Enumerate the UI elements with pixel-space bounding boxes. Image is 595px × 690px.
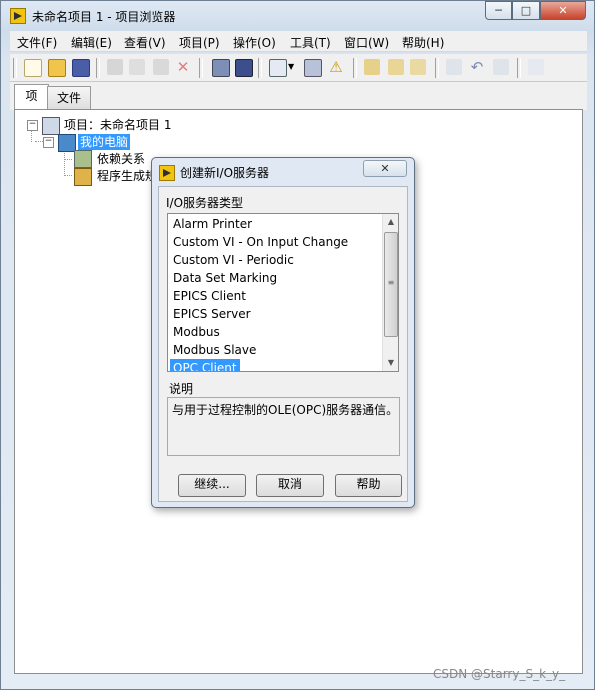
minimize-button[interactable]: ─: [485, 1, 512, 20]
dialog-close-button[interactable]: ✕: [363, 160, 407, 177]
list-item-selected[interactable]: OPC Client: [170, 359, 240, 371]
toolbar-separator: [353, 58, 357, 78]
build-icon[interactable]: [212, 59, 230, 77]
tree-item-computer[interactable]: 我的电脑: [78, 134, 131, 150]
menu-view[interactable]: 查看(V): [124, 34, 166, 51]
menu-operate[interactable]: 操作(O): [233, 34, 276, 51]
menu-file[interactable]: 文件(F): [17, 34, 57, 51]
window-title: 未命名项目 1 - 项目浏览器: [32, 10, 176, 24]
description-label: 说明: [169, 382, 194, 396]
help-button[interactable]: 帮助: [335, 474, 402, 497]
dependencies-tree-icon: [74, 150, 92, 168]
list-item[interactable]: Alarm Printer: [173, 215, 252, 233]
dependencies-icon[interactable]: [364, 59, 380, 75]
toolbar-separator: [96, 58, 100, 78]
tree-line: [31, 130, 32, 142]
cancel-button[interactable]: 取消: [256, 474, 324, 497]
server-type-label: I/O服务器类型: [166, 196, 244, 210]
close-button[interactable]: ✕: [540, 1, 586, 20]
scroll-up-icon[interactable]: ▲: [383, 214, 398, 230]
continue-button[interactable]: 继续...: [178, 474, 246, 497]
expander-project[interactable]: −: [27, 120, 38, 131]
description-box: 与用于过程控制的OLE(OPC)服务器通信。: [167, 397, 400, 456]
description-text: 与用于过程控制的OLE(OPC)服务器通信。: [172, 403, 399, 417]
save-icon[interactable]: [235, 59, 253, 77]
labview-app-icon: [10, 8, 26, 24]
list-item[interactable]: EPICS Client: [173, 287, 246, 305]
toolbar-separator: [517, 58, 521, 78]
build-specs-icon: [74, 168, 92, 186]
maximize-button[interactable]: □: [512, 1, 540, 20]
title-bar[interactable]: 未命名项目 1 - 项目浏览器 ─ □ ✕: [1, 1, 595, 31]
list-item[interactable]: Modbus Slave: [173, 341, 256, 359]
expander-computer[interactable]: −: [43, 137, 54, 148]
warning-icon[interactable]: ⚠: [328, 59, 344, 75]
save-all-icon[interactable]: [72, 59, 90, 77]
tree-line: [64, 175, 72, 176]
tree-item-dependencies[interactable]: 依赖关系: [97, 151, 145, 167]
check-icon[interactable]: [446, 59, 462, 75]
dropdown-icon[interactable]: ▼: [288, 59, 296, 75]
copy-icon[interactable]: [129, 59, 145, 75]
toolbar: ✕ ▼ ⚠ ↶: [10, 54, 587, 82]
menu-help[interactable]: 帮助(H): [402, 34, 444, 51]
toolbar-separator: [199, 58, 203, 78]
list-item[interactable]: EPICS Server: [173, 305, 251, 323]
paste-icon[interactable]: [153, 59, 169, 75]
replace-icon[interactable]: [304, 59, 322, 77]
menu-window[interactable]: 窗口(W): [344, 34, 389, 51]
cut-icon[interactable]: [107, 59, 123, 75]
tab-items[interactable]: 项: [14, 84, 49, 111]
view-options-icon[interactable]: [269, 59, 287, 77]
toolbar-separator: [258, 58, 262, 78]
tree-line: [64, 149, 65, 176]
resolve-icon[interactable]: [410, 59, 426, 75]
menu-tools[interactable]: 工具(T): [290, 34, 331, 51]
open-icon[interactable]: [48, 59, 66, 77]
tree-item-project[interactable]: 项目：未命名项目 1: [64, 117, 171, 133]
list-item[interactable]: Custom VI - Periodic: [173, 251, 294, 269]
project-icon: [42, 117, 60, 135]
refresh-icon[interactable]: [388, 59, 404, 75]
tab-files[interactable]: 文件: [47, 86, 91, 111]
list-item[interactable]: Modbus: [173, 323, 220, 341]
tab-strip: 项 文件: [10, 82, 587, 111]
scroll-down-icon[interactable]: ▼: [383, 355, 398, 371]
listbox-scrollbar[interactable]: ▲ ≡ ▼: [382, 214, 398, 371]
tree-line: [35, 141, 43, 142]
labview-app-icon: [159, 165, 175, 181]
list-item[interactable]: Custom VI - On Input Change: [173, 233, 348, 251]
new-icon[interactable]: [24, 59, 42, 77]
redo-icon[interactable]: [493, 59, 509, 75]
list-item[interactable]: Data Set Marking: [173, 269, 277, 287]
dialog-title: 创建新I/O服务器: [180, 166, 270, 180]
scroll-thumb[interactable]: ≡: [384, 232, 398, 337]
menu-bar: 文件(F) 编辑(E) 查看(V) 项目(P) 操作(O) 工具(T) 窗口(W…: [10, 31, 587, 52]
delete-icon[interactable]: ✕: [175, 59, 191, 75]
server-type-listbox[interactable]: Alarm Printer Custom VI - On Input Chang…: [167, 213, 399, 372]
tree-line: [64, 159, 72, 160]
menu-edit[interactable]: 编辑(E): [71, 34, 112, 51]
toolbar-separator: [13, 58, 17, 78]
undo-icon[interactable]: ↶: [469, 59, 485, 75]
toolbar-separator: [435, 58, 439, 78]
menu-project[interactable]: 项目(P): [179, 34, 220, 51]
add-icon[interactable]: [528, 59, 544, 75]
watermark: CSDN @Starry_S_k_y_: [433, 667, 566, 681]
